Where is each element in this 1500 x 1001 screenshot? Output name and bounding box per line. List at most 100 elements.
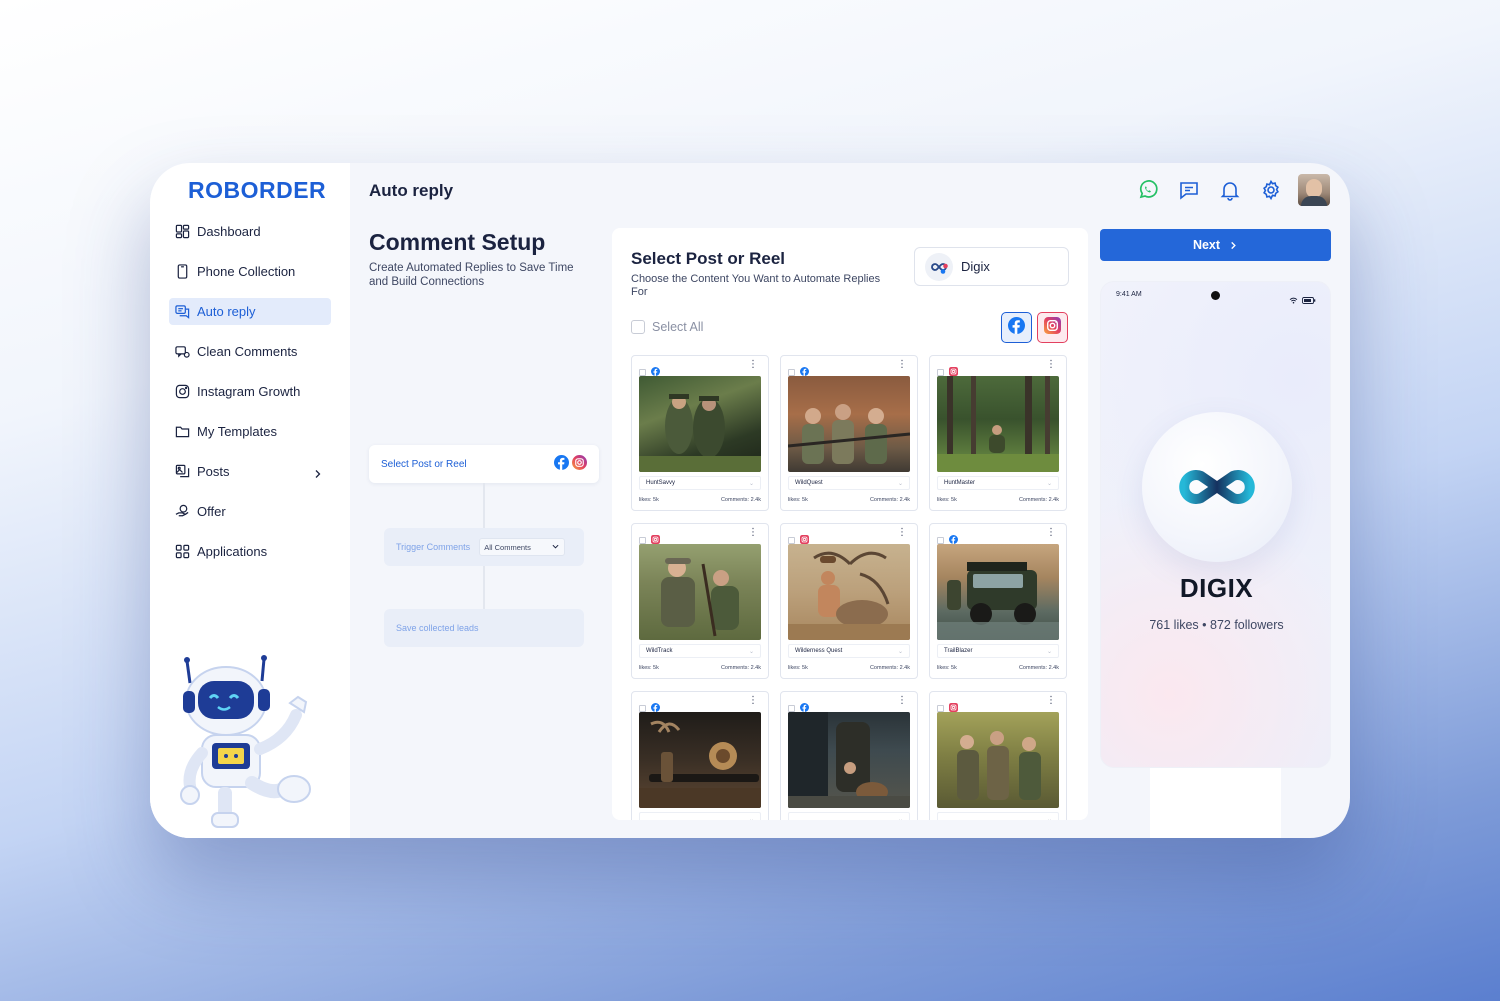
post-checkbox[interactable] xyxy=(937,704,944,712)
post-card[interactable]: ⋮ WildTrack ⌄ likes: 5k Comments: 2.4k xyxy=(631,523,769,679)
post-stats: likes: 5k Comments: 2.4k xyxy=(788,497,910,503)
dashboard-icon xyxy=(175,224,190,239)
more-options-icon[interactable]: ⋮ xyxy=(897,528,907,538)
trigger-comments-select[interactable]: All Comments xyxy=(479,538,566,556)
folder-icon xyxy=(175,424,190,439)
sidebar-item-instagram-growth[interactable]: Instagram Growth xyxy=(169,378,331,405)
brand-stats: 761 likes • 872 followers xyxy=(1149,618,1284,632)
post-thumbnail xyxy=(788,712,910,808)
post-checkbox[interactable] xyxy=(639,536,646,544)
more-options-icon[interactable]: ⋮ xyxy=(897,696,907,706)
post-checkbox[interactable] xyxy=(937,368,944,376)
post-card[interactable]: ⋮ ⌄ xyxy=(780,691,918,820)
post-name-field: Wilderness Quest ⌄ xyxy=(788,644,910,658)
post-card[interactable]: ⋮ Wilderness Quest ⌄ likes: 5k Comments: 2… xyxy=(780,523,918,679)
post-thumbnail xyxy=(639,376,761,472)
section-subtitle: Create Automated Replies to Save Time an… xyxy=(369,262,574,288)
sidebar: ROBORDER Dashboard Phone Collection Auto… xyxy=(150,163,350,838)
sidebar-item-label: Applications xyxy=(197,544,268,559)
post-checkbox[interactable] xyxy=(639,704,646,712)
account-selector[interactable]: Digix xyxy=(914,247,1069,286)
bell-icon[interactable] xyxy=(1219,179,1241,201)
facebook-icon xyxy=(554,455,569,473)
phone-icon xyxy=(175,264,190,279)
more-options-icon[interactable]: ⋮ xyxy=(1046,360,1056,370)
camera-notch xyxy=(1211,291,1220,300)
digix-logo-icon xyxy=(1179,470,1255,504)
sidebar-item-label: Clean Comments xyxy=(197,344,298,359)
message-icon[interactable] xyxy=(1178,179,1200,201)
settings-icon[interactable] xyxy=(1260,179,1282,201)
post-checkbox[interactable] xyxy=(639,368,646,376)
sidebar-item-my-templates[interactable]: My Templates xyxy=(169,418,331,445)
post-checkbox[interactable] xyxy=(788,368,795,376)
post-name-field: ⌄ xyxy=(639,812,761,820)
phone-preview: 9:41 AM DIGIX 761 likes • 872 followers xyxy=(1100,281,1331,768)
more-options-icon[interactable]: ⋮ xyxy=(748,696,758,706)
section-title: Comment Setup xyxy=(369,229,546,255)
offer-icon xyxy=(175,504,190,519)
post-checkbox[interactable] xyxy=(937,536,944,544)
post-thumbnail xyxy=(639,544,761,640)
post-stats: likes: 5k Comments: 2.4k xyxy=(639,665,761,671)
post-card[interactable]: ⋮ HuntSavvy ⌄ likes: 5k Comments: 2.4k xyxy=(631,355,769,511)
chevron-down-icon: ⌄ xyxy=(1046,648,1052,655)
chevron-down-icon: ⌄ xyxy=(1046,480,1052,487)
post-card[interactable]: ⋮ ⌄ xyxy=(929,691,1067,820)
posts-icon xyxy=(175,464,190,479)
sidebar-item-offer[interactable]: Offer xyxy=(169,498,331,525)
flow-step-save-leads[interactable]: Save collected leads xyxy=(384,609,584,647)
post-card[interactable]: ⋮ TrailBlazer ⌄ likes: 5k Comments: 2.4k xyxy=(929,523,1067,679)
post-comments: Comments: 2.4k xyxy=(869,497,910,503)
more-options-icon[interactable]: ⋮ xyxy=(748,528,758,538)
post-likes: likes: 5k xyxy=(788,665,808,671)
sidebar-item-label: Phone Collection xyxy=(197,264,296,279)
sidebar-item-label: Dashboard xyxy=(197,224,261,239)
whatsapp-icon[interactable] xyxy=(1137,179,1159,201)
post-name-field: ⌄ xyxy=(788,812,910,820)
digix-logo-icon xyxy=(925,252,953,281)
post-thumbnail xyxy=(788,544,910,640)
sidebar-item-posts[interactable]: Posts xyxy=(169,458,331,485)
sidebar-item-dashboard[interactable]: Dashboard xyxy=(169,218,331,245)
post-card[interactable]: ⋮ WildQuest ⌄ likes: 5k Comments: 2.4k xyxy=(780,355,918,511)
post-card[interactable]: ⋮ HuntMaster ⌄ likes: 5k Comments: 2.4k xyxy=(929,355,1067,511)
more-options-icon[interactable]: ⋮ xyxy=(748,360,758,370)
more-options-icon[interactable]: ⋮ xyxy=(897,360,907,370)
avatar-body xyxy=(1301,196,1327,206)
sidebar-item-auto-reply[interactable]: Auto reply xyxy=(169,298,331,325)
flow-step-label: Trigger Comments xyxy=(396,542,471,552)
post-likes: likes: 5k xyxy=(937,665,957,671)
flow-social-icons xyxy=(554,455,587,473)
post-checkbox[interactable] xyxy=(788,536,795,544)
top-toolbar xyxy=(1118,174,1330,206)
next-button[interactable]: Next xyxy=(1100,229,1331,261)
sidebar-item-phone-collection[interactable]: Phone Collection xyxy=(169,258,331,285)
facebook-filter-button[interactable] xyxy=(1001,312,1032,343)
post-name: WildQuest xyxy=(795,480,823,486)
instagram-icon xyxy=(572,455,587,473)
sidebar-item-label: Auto reply xyxy=(197,304,256,319)
account-name: Digix xyxy=(961,259,990,274)
post-checkbox[interactable] xyxy=(788,704,795,712)
facebook-icon xyxy=(1008,316,1025,339)
sidebar-item-clean-comments[interactable]: Clean Comments xyxy=(169,338,331,365)
sidebar-item-applications[interactable]: Applications xyxy=(169,538,331,565)
battery-icon xyxy=(1302,291,1316,309)
select-all-checkbox[interactable]: Select All xyxy=(631,320,703,334)
more-options-icon[interactable]: ⋮ xyxy=(1046,696,1056,706)
brand-logo: ROBORDER xyxy=(188,177,327,203)
post-card[interactable]: ⋮ ⌄ xyxy=(631,691,769,820)
flow-step-select-post[interactable]: Select Post or Reel xyxy=(369,445,599,483)
post-name: WildTrack xyxy=(646,648,673,654)
next-button-label: Next xyxy=(1192,238,1221,252)
post-name: TrailBlazer xyxy=(944,648,973,654)
instagram-filter-button[interactable] xyxy=(1037,312,1068,343)
phone-preview-base xyxy=(1150,768,1281,838)
avatar[interactable] xyxy=(1298,174,1330,206)
more-options-icon[interactable]: ⋮ xyxy=(1046,528,1056,538)
chevron-down-icon xyxy=(552,543,559,552)
panel-title: Select Post or Reel xyxy=(631,249,786,268)
flow-step-trigger-comments[interactable]: Trigger Comments All Comments xyxy=(384,528,584,566)
sidebar-item-label: Posts xyxy=(197,464,230,479)
